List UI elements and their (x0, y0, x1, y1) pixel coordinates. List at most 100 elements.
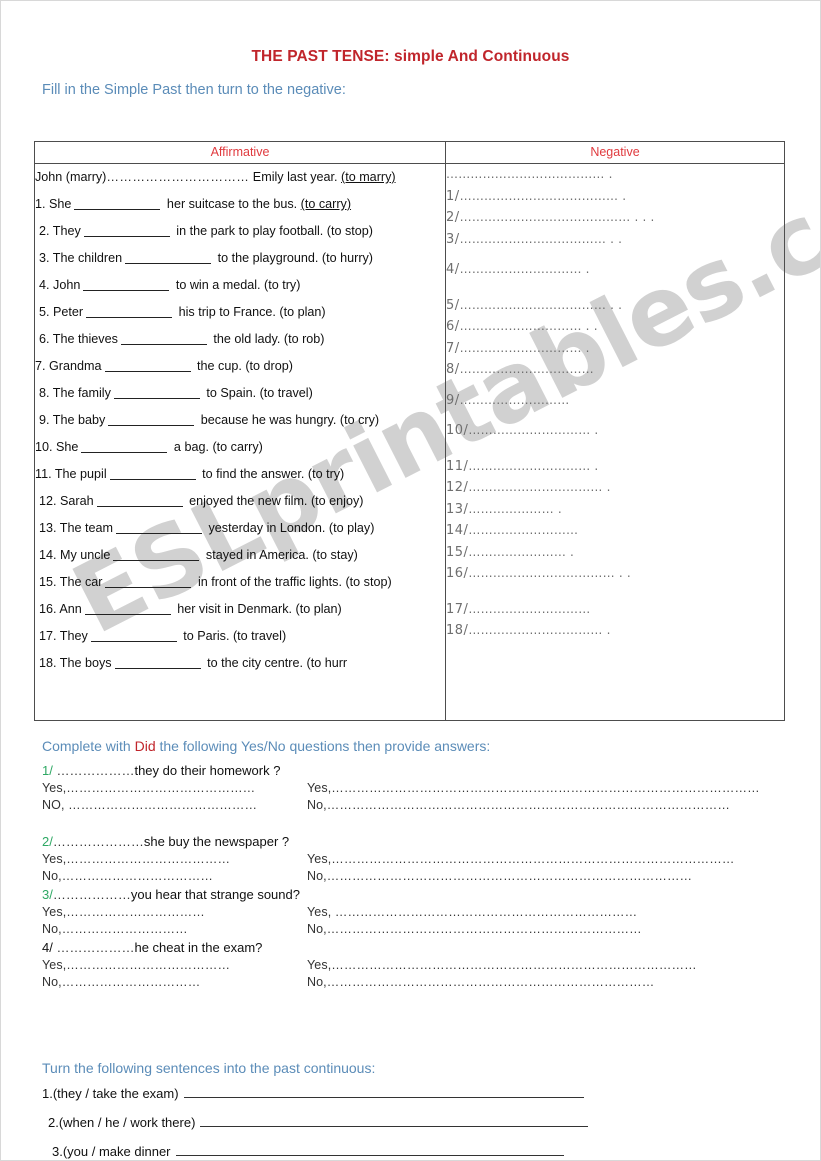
answer-blank[interactable] (90, 641, 177, 642)
answer-blank[interactable] (86, 317, 173, 318)
answer-no-left[interactable]: No,………………………… (42, 922, 307, 936)
answer-blank[interactable] (114, 668, 201, 669)
negative-row[interactable]: 7/………………………… . (446, 338, 784, 360)
answer-blank[interactable] (74, 209, 161, 210)
answer-blank[interactable] (96, 506, 183, 507)
negative-row-dots: ………………………… . (468, 458, 599, 473)
answer-no-left[interactable]: NO, ……………………………………… (42, 798, 307, 812)
answer-blank[interactable] (83, 236, 170, 237)
negative-row-dots: ………………………… . (459, 262, 590, 276)
negative-row[interactable]: 11/………………………… . (446, 456, 784, 478)
answer-row-no: No,……………………………… No,…………………………………………………………… (42, 869, 782, 883)
answer-yes-left[interactable]: Yes,……………………………………… (42, 781, 307, 795)
answer-yes-right[interactable]: Yes,…………………………………………………………………………… (307, 958, 782, 972)
negative-row[interactable]: 10/………………………… . (446, 420, 784, 442)
row-verb-hint: (to rob) (283, 332, 325, 346)
answer-blank[interactable] (83, 290, 170, 291)
answer-yes-left[interactable]: Yes,………………………………… (42, 852, 307, 866)
answer-yes-right[interactable]: Yes,………………………………………………………………………………………… (307, 781, 782, 795)
answer-blank[interactable] (113, 398, 200, 399)
question-text: he cheat in the exam? (134, 940, 263, 955)
answer-no-right[interactable]: No,…………………………………………………………………………… (307, 869, 782, 883)
answer-row-yes: Yes,……………………………………… Yes,……………………………………………… (42, 781, 782, 795)
affirmative-row: John (marry)…………………………… Emily last year.… (35, 164, 445, 191)
negative-row[interactable]: ………………………………… . (446, 164, 784, 186)
negative-row[interactable]: 14/……………………… (446, 520, 784, 542)
answer-blank[interactable] (105, 587, 192, 588)
question-blank[interactable]: ………………… (53, 834, 144, 849)
answer-yes-right[interactable]: Yes, ……………………………………………………………… (307, 905, 782, 919)
yesno-question-list: 1/ ………………they do their homework ? Yes,………… (42, 763, 782, 989)
answer-no-right[interactable]: No,………………………………………………………………… (307, 922, 782, 936)
row-number: 10. (35, 440, 57, 454)
negative-row[interactable]: 17/………………………… (446, 599, 784, 621)
negative-row-dots: ………………………… . (468, 423, 599, 437)
negative-row[interactable]: 5/……………………………… . . (446, 295, 784, 317)
section2-instruction-part2: the following Yes/No questions then prov… (155, 738, 491, 754)
row-subject: The pupil (54, 467, 107, 481)
question-blank[interactable]: ……………… (53, 763, 134, 778)
row-verb-hint: (to plan) (295, 602, 342, 616)
section2-instruction: Complete with Did the following Yes/No q… (42, 738, 782, 754)
answer-no-left[interactable]: No,……………………………… (42, 869, 307, 883)
answer-rule[interactable] (175, 1144, 564, 1156)
question-text: she buy the newspaper ? (143, 834, 290, 849)
row-subject: She (56, 440, 79, 454)
negative-row[interactable]: 9/……………………… (446, 390, 784, 412)
row-predicate: to the playground. (214, 251, 322, 265)
past-continuous-item: 2. (when / he / work there) (42, 1115, 787, 1130)
negative-row[interactable]: 6/………………………… . . (446, 316, 784, 338)
row-predicate: in front of the traffic lights. (194, 575, 346, 589)
row-subject: My uncle (60, 548, 111, 562)
negative-row[interactable]: 4/………………………… . (446, 259, 784, 281)
row-number: 15. (39, 575, 60, 589)
negative-row-dots: …………………………… . (468, 623, 611, 637)
negative-row[interactable]: 18/…………………………… . (446, 620, 784, 642)
answer-yes-right[interactable]: Yes,…………………………………………………………………………………… (307, 852, 782, 866)
answer-blank[interactable] (113, 560, 200, 561)
negative-row[interactable]: 12/…………………………… . (446, 477, 784, 499)
answer-row-yes: Yes,………………………………… Yes,…………………………………………………… (42, 852, 782, 866)
question-blank[interactable]: ……………… (53, 887, 131, 902)
answer-no-right[interactable]: No,…………………………………………………………………………………… (307, 798, 782, 812)
row-verb-hint: (to carry) (212, 440, 263, 454)
row-predicate: the old lady. (209, 332, 284, 346)
yesno-question-block: 2/…………………she buy the newspaper ? Yes,…………… (42, 834, 782, 883)
row-number: 8. (39, 386, 53, 400)
item-number: 3. (52, 1144, 63, 1159)
answer-blank[interactable] (115, 533, 202, 534)
answer-no-left[interactable]: No,…………………………… (42, 975, 307, 989)
item-number: 1. (42, 1086, 53, 1101)
question-blank[interactable]: ……………… (53, 940, 134, 955)
answer-blank[interactable] (104, 371, 191, 372)
answer-blank[interactable] (109, 479, 196, 480)
answer-yes-left[interactable]: Yes,…………………………… (42, 905, 307, 919)
answer-rule[interactable] (200, 1115, 589, 1127)
answer-blank[interactable] (120, 344, 207, 345)
answer-blank[interactable] (81, 452, 168, 453)
affirmative-list: John (marry)…………………………… Emily last year.… (35, 164, 445, 677)
answer-rule[interactable] (183, 1086, 584, 1098)
negative-row[interactable]: 3/……………………………… . . (446, 229, 784, 251)
dotted-blank[interactable]: …………………………… (106, 170, 249, 184)
negative-row[interactable]: 8/…………………………… (446, 359, 784, 381)
row-verb-hint: (to play) (328, 521, 375, 535)
answer-blank[interactable] (84, 614, 171, 615)
negative-row[interactable]: 16/……………………………… . . (446, 563, 784, 585)
negative-row[interactable]: 1/………………………………… . (446, 186, 784, 208)
answer-no-right[interactable]: No,…………………………………………………………………… (307, 975, 782, 989)
affirmative-row: 1. She her suitcase to the bus. (to carr… (35, 191, 445, 218)
negative-row[interactable]: 13/………………… . (446, 499, 784, 521)
answer-blank[interactable] (108, 425, 195, 426)
negative-row[interactable]: 2/…………………………………… . . . (446, 207, 784, 229)
answer-blank[interactable] (125, 263, 212, 264)
answer-yes-left[interactable]: Yes,………………………………… (42, 958, 307, 972)
answer-row-no: No,………………………… No,………………………………………………………………… (42, 922, 782, 936)
negative-row-number: 10/ (446, 423, 469, 438)
row-number: 18. (39, 656, 60, 670)
negative-row[interactable]: 15/…………………… . (446, 542, 784, 564)
row-verb-hint: (to cry) (339, 413, 380, 427)
